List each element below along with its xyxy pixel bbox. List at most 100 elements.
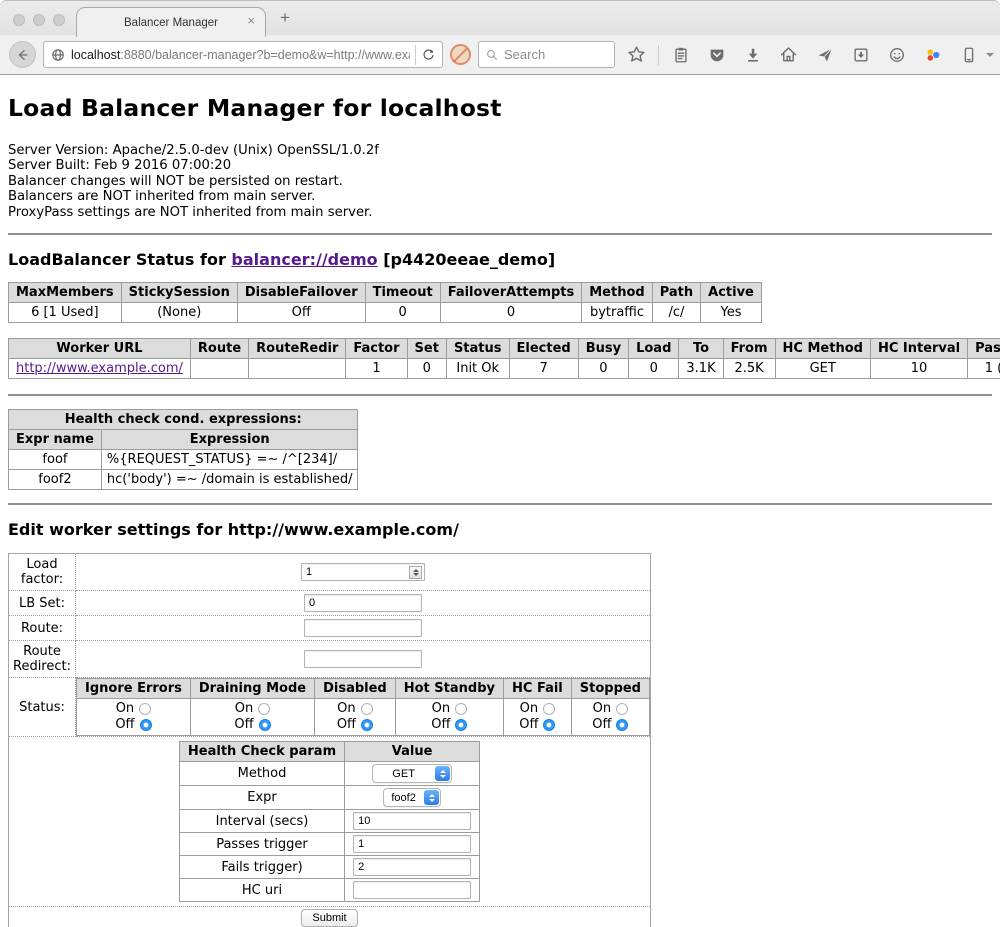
number-spinner-icon[interactable] [409, 566, 422, 579]
status-hc-fail-off-radio[interactable] [543, 719, 555, 731]
col-header: Ignore Errors [77, 679, 191, 699]
status-hot-standby-off-radio[interactable] [455, 719, 467, 731]
status-hot-standby-on-radio[interactable] [455, 703, 467, 715]
col-header: Stopped [571, 679, 649, 699]
cell: 0 [578, 359, 628, 379]
status-disabled-on-radio[interactable] [361, 703, 373, 715]
load-factor-input[interactable] [301, 563, 425, 581]
form-row: LB Set: [9, 591, 651, 616]
status-ignore-errors-off-radio[interactable] [140, 719, 152, 731]
chat-smiley-icon[interactable] [882, 46, 911, 64]
cell: 0 [407, 359, 446, 379]
cell: foof [9, 450, 102, 470]
home-icon[interactable] [774, 45, 803, 64]
radio-label: On [116, 701, 134, 717]
hc-uri-input[interactable] [353, 881, 471, 899]
tab-close-icon[interactable]: × [247, 13, 255, 28]
cell: 7 [509, 359, 578, 379]
back-button[interactable] [9, 41, 36, 68]
select-value: GET [373, 768, 434, 780]
panel-download-icon[interactable] [846, 46, 875, 64]
radio-label: Off [431, 717, 450, 733]
edit-worker-form: Load factor: LB Set: Route: Route Redire… [8, 553, 651, 927]
hc-fails-input[interactable] [353, 858, 471, 876]
col-header: To [679, 339, 723, 359]
search-input[interactable] [504, 47, 594, 62]
route-redirect-input[interactable] [304, 650, 422, 668]
window-close-button[interactable] [13, 14, 25, 26]
form-cell [345, 833, 480, 856]
hc-passes-input[interactable] [353, 835, 471, 853]
hc-uri-label: HC uri [179, 879, 344, 902]
status-stopped-off-radio[interactable] [616, 719, 628, 731]
route-input[interactable] [304, 619, 422, 637]
table-row: On Off On Off On Off On [77, 699, 650, 736]
table-row: 6 [1 Used] (None) Off 0 0 bytraffic /c/ … [9, 303, 762, 323]
cell: bytraffic [582, 303, 652, 323]
status-hc-fail-on-radio[interactable] [543, 703, 555, 715]
cell: GET [775, 359, 870, 379]
device-dropdown-caret-icon[interactable] [986, 53, 994, 57]
download-icon[interactable] [738, 46, 767, 64]
search-bar[interactable] [478, 41, 615, 68]
form-cell [76, 591, 651, 616]
content-blocked-icon[interactable] [450, 44, 471, 65]
form-cell [345, 879, 480, 902]
edit-worker-heading: Edit worker settings for http://www.exam… [8, 520, 992, 539]
hc-interval-input[interactable] [353, 812, 471, 830]
search-icon [485, 48, 499, 62]
col-header: Disabled [315, 679, 396, 699]
send-icon[interactable] [810, 46, 839, 64]
window-zoom-button[interactable] [53, 14, 65, 26]
device-icon[interactable] [954, 46, 983, 64]
submit-button[interactable]: Submit [301, 909, 357, 927]
status-draining-mode-on-radio[interactable] [258, 703, 270, 715]
form-row: Status: Ignore Errors Draining Mode Disa… [9, 678, 651, 737]
status-draining-mode-off-radio[interactable] [259, 719, 271, 731]
reading-list-icon[interactable] [666, 46, 695, 64]
server-built-line: Server Built: Feb 9 2016 07:00:20 [8, 158, 992, 173]
radio-label: Off [234, 717, 253, 733]
persist-note-line: Balancer changes will NOT be persisted o… [8, 174, 992, 189]
tab-balancer-manager[interactable]: Balancer Manager × [76, 7, 266, 37]
form-cell [345, 856, 480, 879]
cell: 0 [440, 303, 582, 323]
reload-icon[interactable] [421, 47, 436, 62]
loadbalancer-status-heading: LoadBalancer Status for balancer://demo … [8, 250, 992, 269]
url-domain: localhost [71, 48, 120, 62]
status-stopped-on-radio[interactable] [616, 703, 628, 715]
col-header: Status [446, 339, 509, 359]
url-bar[interactable]: localhost:8880/balancer-manager?b=demo&w… [43, 41, 443, 68]
cell: http://www.example.com/ [9, 359, 191, 379]
hc-expr-select[interactable]: foof2 [383, 788, 441, 807]
table-row: Passes trigger [179, 833, 479, 856]
status-cell-stopped: On Off [571, 699, 649, 736]
cell: 0 [629, 359, 679, 379]
status-disabled-off-radio[interactable] [361, 719, 373, 731]
table-header-row: Ignore Errors Draining Mode Disabled Hot… [77, 679, 650, 699]
page-title: Load Balancer Manager for localhost [8, 94, 992, 122]
col-header: StickySession [121, 283, 237, 303]
col-header: Worker URL [9, 339, 191, 359]
radio-label: Off [337, 717, 356, 733]
lb-set-input[interactable] [304, 594, 422, 612]
hc-method-select[interactable]: GET [372, 764, 452, 783]
form-cell: Health Check param Value Method GET [9, 737, 651, 907]
worker-url-link[interactable]: http://www.example.com/ [16, 361, 183, 376]
server-info: Server Version: Apache/2.5.0-dev (Unix) … [8, 143, 992, 220]
pocket-icon[interactable] [702, 46, 731, 64]
window-minimize-button[interactable] [33, 14, 45, 26]
col-header: Active [701, 283, 762, 303]
col-header: Timeout [365, 283, 440, 303]
balancer-demo-link[interactable]: balancer://demo [231, 250, 377, 269]
status-ignore-errors-on-radio[interactable] [139, 703, 151, 715]
cell [249, 359, 346, 379]
new-tab-button[interactable]: + [280, 8, 290, 28]
load-factor-stepper [301, 563, 425, 581]
table-header-row: Health Check param Value [179, 742, 479, 762]
colors-icon[interactable] [918, 46, 947, 64]
cell: 6 [1 Used] [9, 303, 122, 323]
bookmark-star-icon[interactable] [622, 45, 651, 64]
page-content: Load Balancer Manager for localhost Serv… [0, 94, 1000, 927]
form-row: Submit [9, 907, 651, 927]
